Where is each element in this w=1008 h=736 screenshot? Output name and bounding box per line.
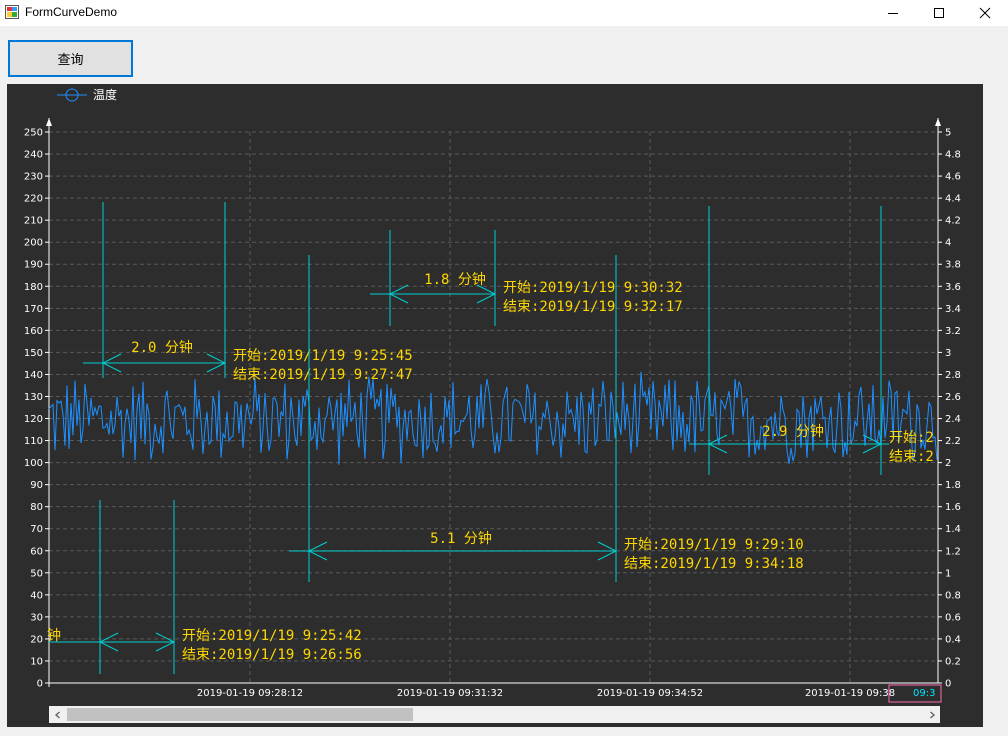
y-tick-label: 150 [24,348,43,359]
chevron-right-icon [929,711,935,718]
y-tick-label: 180 [24,282,43,293]
minimize-icon [888,13,898,14]
marker-duration: 2.9 分钟 [762,423,824,440]
y-tick-label: 210 [24,216,43,227]
marker-end-label: 结束:2019/1/19 9:32:17 [503,299,683,315]
title-bar: FormCurveDemo [0,0,1008,26]
y-tick-label: 20 [30,634,43,645]
x-tick-label: 2019-01-19 09:34:52 [597,688,703,699]
x-tick-label: 2019-01-19 09:38 [805,688,895,699]
y2-tick-label: 2.4 [945,414,961,425]
y2-tick-label: 3.4 [945,304,961,315]
y-tick-label: 160 [24,326,43,337]
y2-tick-label: 4.2 [945,216,961,227]
y-tick-label: 40 [30,590,43,601]
y-tick-label: 230 [24,172,43,183]
y2-tick-label: 1.4 [945,524,961,535]
marker-duration: 1.8 分钟 [424,271,486,288]
chevron-left-icon [54,711,60,718]
y-tick-label: 240 [24,150,43,161]
scroll-thumb[interactable] [67,708,413,721]
y-tick-label: 200 [24,238,43,249]
y2-tick-label: 0 [945,679,951,690]
spacer [939,424,940,425]
app-icon [5,5,19,19]
y2-tick-label: 3 [945,348,951,359]
marker-start-label: 开始:2019/1/19 9:29:10 [624,537,804,553]
marker-end-label: 结束:2019/1/19 9:26:56 [182,647,362,663]
marker-start-label: 开始:2019/1/19 9:25:45 [233,348,413,364]
y-tick-label: 50 [30,568,43,579]
scroll-right-button[interactable] [923,706,940,723]
legend-label: 温度 [93,87,117,102]
y-tick-label: 10 [30,656,43,667]
marker-start-label: 开始:2019/1/19 9:25:42 [182,628,362,644]
y-tick-label: 70 [30,524,43,535]
marker-start-label: 开始:2019/1/19 9:30:32 [503,280,683,296]
y-tick-label: 110 [24,436,43,447]
y-tick-label: 220 [24,194,43,205]
y2-tick-label: 1.6 [945,502,961,513]
y2-tick-label: 4.6 [945,172,961,183]
query-button[interactable]: 查询 [8,40,133,77]
y-tick-label: 30 [30,612,43,623]
y2-tick-label: 3.6 [945,282,961,293]
y2-tick-label: 4.4 [945,194,961,205]
y2-tick-label: 2 [945,458,951,469]
y2-tick-label: 1.2 [945,546,961,557]
y2-tick-label: 1 [945,568,951,579]
y-tick-label: 60 [30,546,43,557]
y2-axis-arrow [935,118,941,126]
y2-tick-label: 2.6 [945,392,961,403]
marker-duration: 钟 [47,627,61,644]
y2-tick-label: 0.8 [945,590,961,601]
y2-tick-label: 4.8 [945,150,961,161]
x-tick-label: 2019-01-19 09:31:32 [397,688,503,699]
marker-end-label: 结束:2019/1/19 9:27:47 [233,367,413,383]
y-tick-label: 190 [24,260,43,271]
y2-tick-label: 2.2 [945,436,961,447]
y-tick-label: 90 [30,480,43,491]
x-tick-label-highlight: 09:3 [913,688,935,699]
marker-start-label: 开始:2 [889,430,934,446]
chart-canvas[interactable]: 0102030405060708090100110120130140150160… [7,84,983,727]
maximize-icon [934,8,944,18]
y-tick-label: 130 [24,392,43,403]
y-axis-arrow [46,118,52,126]
y-tick-label: 0 [37,679,43,690]
marker-end-label: 结束:2 [889,449,934,465]
y-tick-label: 250 [24,128,43,139]
y2-tick-label: 1.8 [945,480,961,491]
y2-tick-label: 0.6 [945,612,961,623]
y2-tick-label: 3.2 [945,326,961,337]
y2-tick-label: 0.2 [945,656,961,667]
y2-tick-label: 2.8 [945,370,961,381]
minimize-button[interactable] [870,0,916,26]
close-button[interactable] [962,0,1008,26]
maximize-button[interactable] [916,0,962,26]
curve-chart[interactable]: 0 10 20 30 40 50 60 70 80 90 100 110 120 130 140 150 160… [7,84,983,727]
x-tick-label: 2019-01-19 09:28:12 [197,688,303,699]
y2-tick-label: 3.8 [945,260,961,271]
y2-tick-label: 0.4 [945,634,961,645]
y-tick-label: 120 [24,414,43,425]
close-icon [979,7,991,19]
y-tick-label: 100 [24,458,43,469]
marker-end-label: 结束:2019/1/19 9:34:18 [624,556,804,572]
y-tick-label: 80 [30,502,43,513]
scroll-left-button[interactable] [49,706,66,723]
y-tick-label: 170 [24,304,43,315]
y2-tick-label: 4 [945,238,951,249]
marker-duration: 5.1 分钟 [430,530,492,547]
y2-tick-label: 5 [945,128,951,139]
y-tick-label: 140 [24,370,43,381]
horizontal-scrollbar[interactable] [49,706,940,723]
window-title: FormCurveDemo [25,5,118,19]
marker-duration: 2.0 分钟 [131,339,193,356]
